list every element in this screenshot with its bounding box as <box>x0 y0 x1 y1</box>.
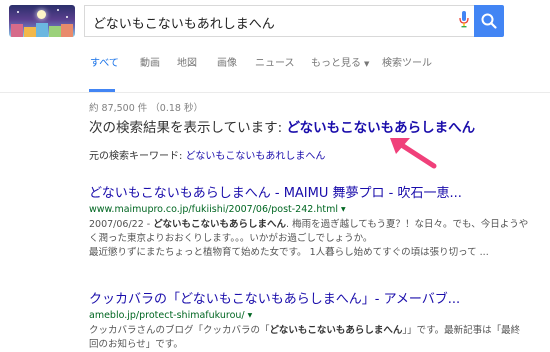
showing-prefix: 次の検索結果を表示しています: <box>89 120 287 136</box>
showing-results-for: 次の検索結果を表示しています: どないもこないもあらしまへん <box>89 116 475 136</box>
search-query-text: どないもこないもあれしまへん <box>93 17 275 32</box>
result-url: www.maimupro.co.jp/fukiishi/2007/06/post… <box>89 204 529 215</box>
microphone-icon[interactable] <box>459 11 469 29</box>
search-button[interactable] <box>474 5 504 37</box>
house-graphic <box>36 23 48 37</box>
star-graphic <box>66 16 68 18</box>
tab-all[interactable]: すべて <box>90 54 119 69</box>
original-query-link[interactable]: どないもこないもあれしまへん <box>186 151 326 162</box>
tab-search-tools[interactable]: 検索ツール <box>382 54 432 69</box>
header: どないもこないもあれしまへん すべて 動画 地図 画像 ニュース もっと見る ▼ … <box>0 0 550 93</box>
result-title-link[interactable]: クッカバラの「どないもこないもあらしまへん」- アメーバブ... <box>89 288 529 307</box>
house-graphic <box>49 26 61 37</box>
search-result: どないもこないもあらしまへん - MAIMU 舞夢プロ - 吹石一恵... ww… <box>89 182 529 260</box>
search-icon <box>481 13 497 29</box>
caret-down-icon[interactable]: ▼ <box>341 206 346 213</box>
result-snippet: 2007/06/22 - どないもこないもあらしまへん. 梅雨を過ぎ越してもう夏… <box>89 218 529 260</box>
tab-maps[interactable]: 地図 <box>177 54 197 69</box>
snippet-line: クッカバラさんのブログ「クッカバラの「どないもこないもあらしまへん」」です。最新… <box>89 325 521 350</box>
result-url: ameblo.jp/protect-shimafukurou/▼ <box>89 310 529 321</box>
tab-news[interactable]: ニュース <box>255 54 295 69</box>
original-prefix: 元の検索キーワード: <box>89 151 186 162</box>
result-url-text: www.maimupro.co.jp/fukiishi/2007/06/post… <box>89 204 338 215</box>
tab-more[interactable]: もっと見る ▼ <box>311 54 369 69</box>
star-graphic <box>17 11 19 13</box>
active-tab-indicator <box>89 89 115 92</box>
house-graphic <box>11 24 23 37</box>
star-graphic <box>57 9 59 11</box>
tab-bar: すべて 動画 地図 画像 ニュース もっと見る ▼ 検索ツール <box>0 48 550 92</box>
result-stats: 約 87,500 件 （0.18 秒） <box>89 103 203 114</box>
snippet-line: 最近懲りずにまたちょっと植物育て始めた女です。 1人暮らし始めてすぐの頃は張り切… <box>89 247 489 258</box>
house-graphic <box>61 24 73 37</box>
caret-down-icon[interactable]: ▼ <box>248 312 253 319</box>
corrected-query-link[interactable]: どないもこないもあらしまへん <box>286 120 475 136</box>
snippet-bold-match: どないもこないもあらしまへん <box>269 325 403 336</box>
search-instead-for: 元の検索キーワード: どないもこないもあれしまへん <box>89 147 325 162</box>
search-result: クッカバラの「どないもこないもあらしまへん」- アメーバブ... ameblo.… <box>89 288 529 352</box>
tab-more-label: もっと見る <box>311 58 361 69</box>
house-graphic <box>24 27 36 37</box>
tab-video[interactable]: 動画 <box>140 54 160 69</box>
snippet-line: 2007/06/22 - どないもこないもあらしまへん. 梅雨を過ぎ越してもう夏… <box>89 219 529 244</box>
annotation-arrow-icon <box>390 138 437 169</box>
result-url-text: ameblo.jp/protect-shimafukurou/ <box>89 310 245 321</box>
caret-down-icon: ▼ <box>364 60 370 68</box>
tab-images[interactable]: 画像 <box>217 54 237 69</box>
search-input[interactable]: どないもこないもあれしまへん <box>84 5 474 37</box>
moon-graphic <box>37 10 46 19</box>
result-snippet: クッカバラさんのブログ「クッカバラの「どないもこないもあらしまへん」」です。最新… <box>89 324 529 352</box>
snippet-bold-match: どないもこないもあらしまへん <box>153 219 287 230</box>
doodle-logo[interactable] <box>9 5 75 37</box>
result-title-link[interactable]: どないもこないもあらしまへん - MAIMU 舞夢プロ - 吹石一恵... <box>89 182 529 201</box>
